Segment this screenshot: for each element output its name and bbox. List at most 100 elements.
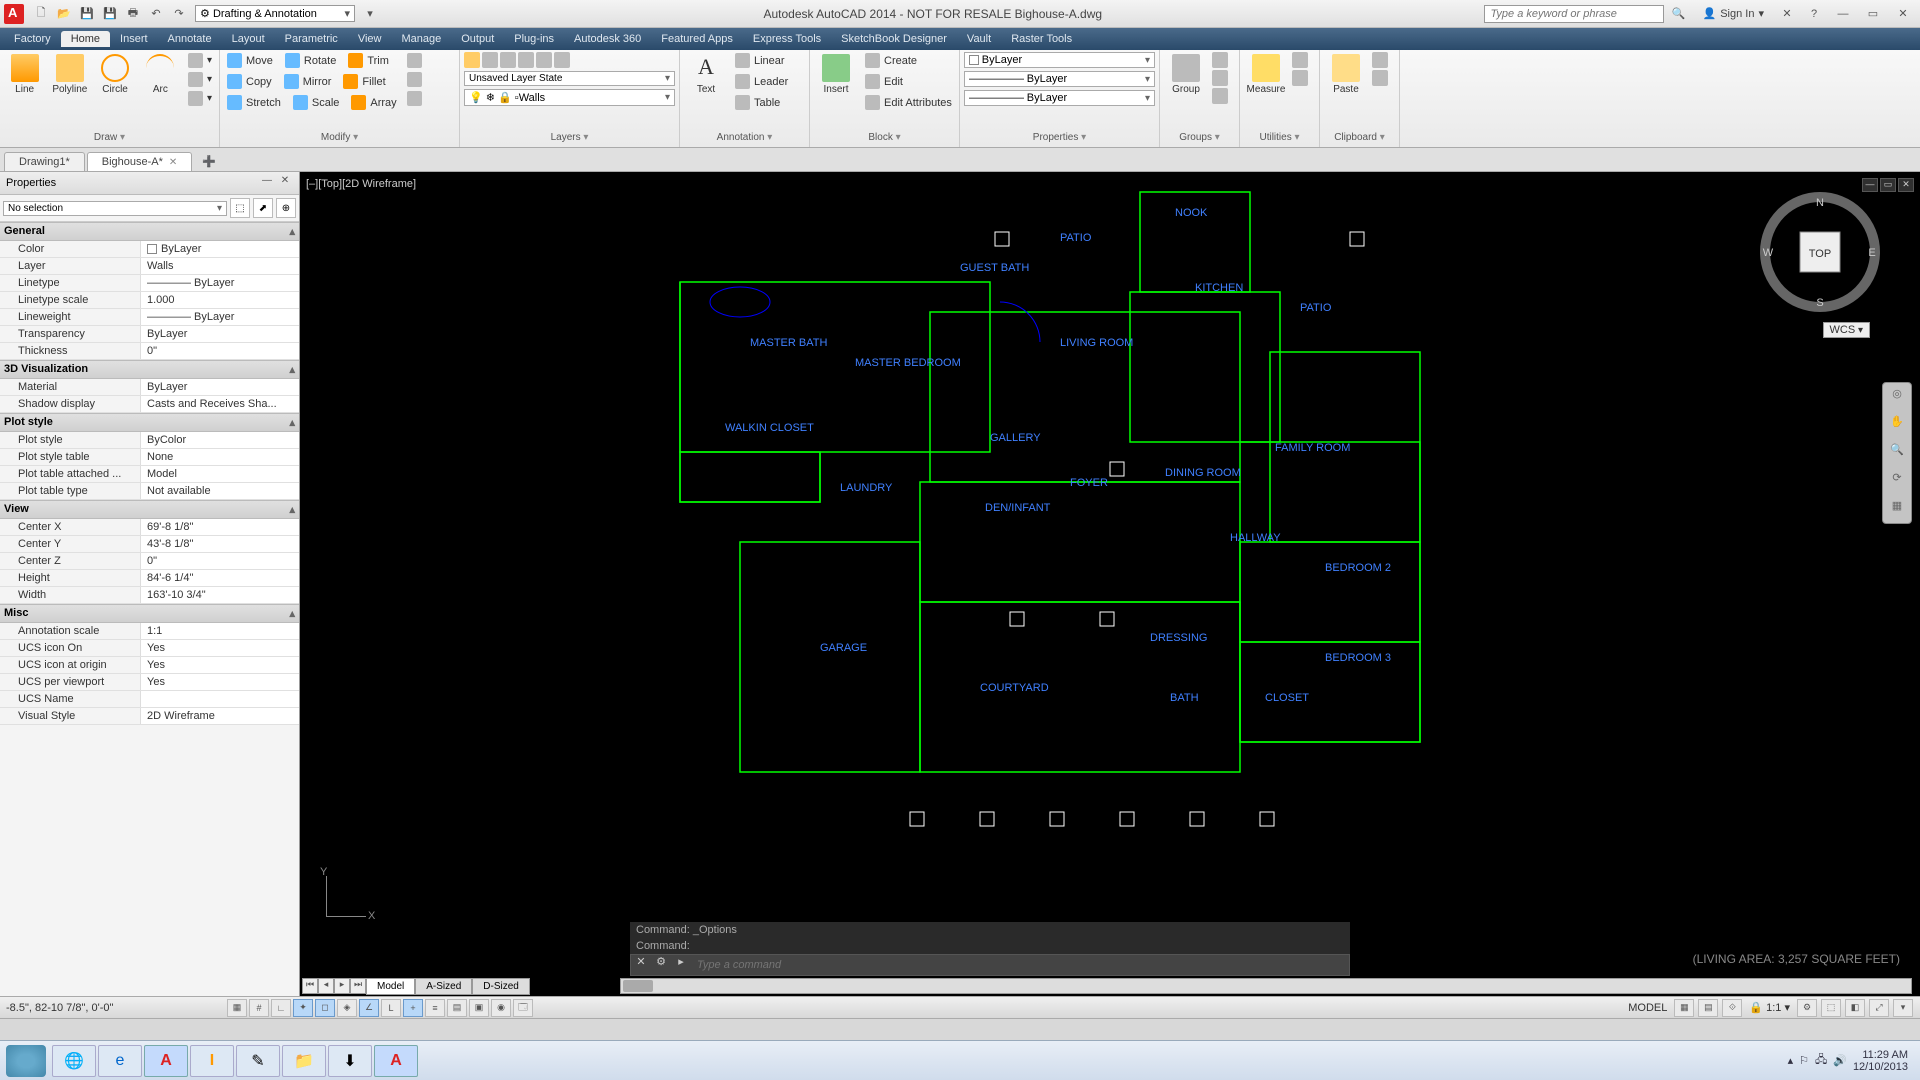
file-tab-bighouse[interactable]: Bighouse-A*✕	[87, 152, 193, 171]
panel-modify-label[interactable]: Modify	[224, 130, 455, 145]
view-cube[interactable]: TOP N S W E	[1760, 192, 1880, 312]
tab-featured-apps[interactable]: Featured Apps	[651, 31, 743, 47]
tab-nav-prev[interactable]: ◂	[318, 978, 334, 994]
quickselect-icon[interactable]: ⬚	[230, 198, 250, 218]
tab-manage[interactable]: Manage	[391, 31, 451, 47]
prop-value[interactable]: 43'-8 1/8"	[140, 536, 299, 552]
prop-value[interactable]: 0"	[140, 553, 299, 569]
scale-button[interactable]: Scale	[290, 94, 343, 111]
table-button[interactable]: Table	[732, 94, 791, 111]
taskbar-app5[interactable]: ✎	[236, 1045, 280, 1077]
am-toggle[interactable]: 🗔	[513, 999, 533, 1017]
text-button[interactable]: AText	[684, 52, 728, 97]
qp-toggle[interactable]: ▣	[469, 999, 489, 1017]
arc-button[interactable]: Arc	[140, 52, 181, 97]
prop-value[interactable]: Yes	[140, 657, 299, 673]
qat-more-icon[interactable]: ▾	[359, 3, 381, 25]
annoscale-toggle[interactable]: ⟐	[1722, 999, 1742, 1017]
move-button[interactable]: Move	[224, 52, 276, 69]
linear-dim-button[interactable]: Linear	[732, 52, 791, 69]
qat-plot-icon[interactable]: 🖶	[122, 3, 144, 25]
help-icon[interactable]: ?	[1803, 3, 1825, 25]
measure-button[interactable]: Measure	[1244, 52, 1288, 97]
sb-ico5[interactable]: ◧	[1845, 999, 1865, 1017]
group-ico2[interactable]	[1212, 70, 1228, 86]
prop-row[interactable]: Visual Style2D Wireframe	[0, 708, 299, 725]
ducs-toggle[interactable]: L	[381, 999, 401, 1017]
qat-open-icon[interactable]: 📂	[53, 3, 75, 25]
prop-row[interactable]: UCS Name	[0, 691, 299, 708]
linetype-dropdown[interactable]: ————— ByLayer	[964, 90, 1155, 106]
array-button[interactable]: Array	[348, 94, 399, 111]
polar-toggle[interactable]: ✦	[293, 999, 313, 1017]
sb-ico2[interactable]: ▤	[1698, 999, 1718, 1017]
draw-extra3[interactable]: ▾	[185, 90, 215, 107]
help-search-input[interactable]	[1484, 5, 1664, 23]
d-sized-tab[interactable]: D-Sized	[472, 978, 530, 995]
sb-ico1[interactable]: ▦	[1674, 999, 1694, 1017]
snap-toggle[interactable]: ▦	[227, 999, 247, 1017]
prop-row[interactable]: Plot table attached ...Model	[0, 466, 299, 483]
close-icon[interactable]: ✕	[169, 157, 177, 168]
exchange-icon[interactable]: ✕	[1776, 3, 1798, 25]
prop-section[interactable]: 3D Visualization	[0, 360, 299, 379]
tab-a360[interactable]: Autodesk 360	[564, 31, 651, 47]
minimize-button[interactable]: —	[1830, 4, 1856, 24]
stretch-button[interactable]: Stretch	[224, 94, 284, 111]
prop-row[interactable]: Width163'-10 3/4"	[0, 587, 299, 604]
tab-nav-last[interactable]: ⏭	[350, 978, 366, 994]
panel-annotation-label[interactable]: Annotation	[684, 130, 805, 145]
tab-express-tools[interactable]: Express Tools	[743, 31, 831, 47]
copy-button[interactable]: Copy	[224, 73, 275, 90]
layer-props-icon[interactable]	[464, 52, 480, 68]
cmd-close-icon[interactable]: ✕	[631, 955, 651, 975]
props-close-icon[interactable]: ✕	[277, 175, 293, 191]
qat-new-icon[interactable]: 🗋	[30, 3, 52, 25]
selectobjects-icon[interactable]: ⬈	[253, 198, 273, 218]
group-button[interactable]: Group	[1164, 52, 1208, 97]
util-ico2[interactable]	[1292, 70, 1308, 86]
start-button[interactable]	[6, 1045, 46, 1077]
wcs-badge[interactable]: WCS ▾	[1823, 322, 1870, 338]
circle-button[interactable]: Circle	[94, 52, 135, 97]
polyline-button[interactable]: Polyline	[49, 52, 90, 97]
prop-row[interactable]: Center Z0"	[0, 553, 299, 570]
panel-utilities-label[interactable]: Utilities	[1244, 130, 1315, 145]
lineweight-dropdown[interactable]: ————— ByLayer	[964, 71, 1155, 87]
tab-annotate[interactable]: Annotate	[158, 31, 222, 47]
insert-block-button[interactable]: Insert	[814, 52, 858, 97]
rotate-button[interactable]: Rotate	[282, 52, 339, 69]
modify-ico3[interactable]	[404, 90, 425, 107]
panel-draw-label[interactable]: Draw	[4, 130, 215, 145]
prop-value[interactable]: Yes	[140, 674, 299, 690]
tab-home[interactable]: Home	[61, 31, 110, 47]
layer-ico5[interactable]	[536, 52, 552, 68]
modify-ico2[interactable]	[404, 71, 425, 88]
pan-icon[interactable]: ✋	[1887, 415, 1907, 435]
prop-value[interactable]: 1.000	[140, 292, 299, 308]
prop-row[interactable]: Center Y43'-8 1/8"	[0, 536, 299, 553]
osnap-toggle[interactable]: ◻	[315, 999, 335, 1017]
file-tab-drawing1[interactable]: Drawing1*	[4, 152, 85, 171]
tab-plugins[interactable]: Plug-ins	[504, 31, 564, 47]
qat-undo-icon[interactable]: ↶	[145, 3, 167, 25]
prop-value[interactable]: ByLayer	[140, 241, 299, 257]
tray-flag-icon[interactable]: ⚐	[1799, 1054, 1809, 1067]
pickadd-icon[interactable]: ⊕	[276, 198, 296, 218]
new-tab-button[interactable]: ➕	[194, 152, 224, 171]
prop-row[interactable]: LayerWalls	[0, 258, 299, 275]
ortho-toggle[interactable]: ∟	[271, 999, 291, 1017]
group-ico1[interactable]	[1212, 52, 1228, 68]
workspace-dropdown[interactable]: ⚙ Drafting & Annotation	[195, 5, 355, 22]
panel-groups-label[interactable]: Groups	[1164, 130, 1235, 145]
coordinate-readout[interactable]: -8.5", 82-10 7/8", 0'-0"	[6, 1002, 226, 1014]
command-input[interactable]	[691, 957, 1349, 973]
prop-row[interactable]: Plot styleByColor	[0, 432, 299, 449]
restore-button[interactable]: ▭	[1860, 4, 1886, 24]
zoom-extents-icon[interactable]: 🔍	[1887, 443, 1907, 463]
prop-value[interactable]: ByLayer	[140, 379, 299, 395]
fillet-button[interactable]: Fillet	[340, 73, 388, 90]
sb-ico7[interactable]: ▾	[1893, 999, 1913, 1017]
mirror-button[interactable]: Mirror	[281, 73, 335, 90]
search-icon[interactable]: 🔍	[1668, 3, 1690, 25]
